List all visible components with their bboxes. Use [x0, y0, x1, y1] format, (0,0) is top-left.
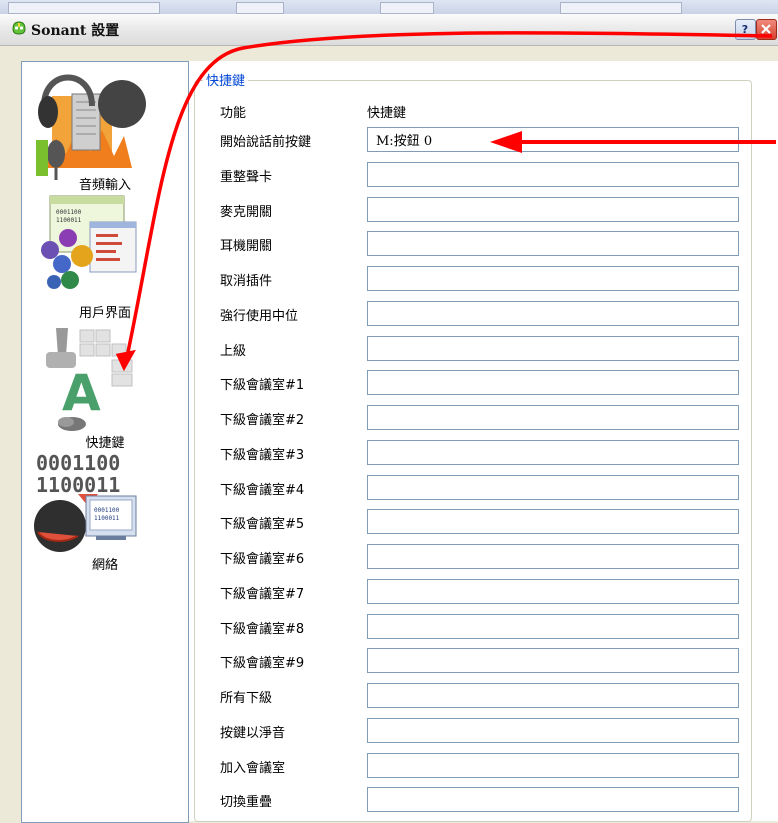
- window-title: Sonant 設置: [31, 23, 120, 39]
- column-header-function: 功能: [220, 106, 247, 121]
- svg-text:0001100: 0001100: [56, 209, 82, 216]
- hotkey-input-subroom-9[interactable]: [367, 648, 739, 673]
- sidebar-label-hotkeys: 快捷鍵: [85, 436, 125, 451]
- hotkey-label-press-to-mute: 按鍵以淨音: [220, 726, 286, 741]
- hotkey-input-all-subrooms[interactable]: [367, 683, 739, 708]
- hotkey-input-subroom-6[interactable]: [367, 544, 739, 569]
- hotkey-input-toggle-overlay[interactable]: [367, 787, 739, 812]
- hotkey-label-push-to-talk: 開始說話前按鍵: [220, 135, 312, 150]
- hotkey-input-subroom-2[interactable]: [367, 405, 739, 430]
- user-interface-icon: 0001100 1100011: [41, 195, 137, 289]
- hotkey-input-join-room[interactable]: [367, 753, 739, 778]
- sidebar-label-user-interface: 用戶界面: [78, 306, 131, 321]
- hotkey-input-subroom-8[interactable]: [367, 614, 739, 639]
- hotkey-input-subroom-5[interactable]: [367, 509, 739, 534]
- hotkey-label-subroom-7: 下級會議室#7: [220, 587, 305, 602]
- hotkey-label-toggle-overlay: 切換重疊: [220, 795, 273, 810]
- hotkeys-icon: A: [46, 328, 133, 431]
- background-tab: [380, 2, 434, 14]
- hotkey-input-subroom-3[interactable]: [367, 440, 739, 465]
- background-tab: [8, 2, 160, 14]
- hotkey-label-subroom-6: 下級會議室#6: [220, 552, 305, 567]
- hotkey-label-mic-toggle: 麥克開關: [220, 205, 273, 220]
- hotkey-label-all-subrooms: 所有下級: [220, 691, 273, 706]
- hotkey-input-subroom-7[interactable]: [367, 579, 739, 604]
- column-header-hotkey: 快捷鍵: [367, 106, 407, 121]
- hotkey-input-parent[interactable]: [367, 336, 739, 361]
- hotkey-label-subroom-2: 下級會議室#2: [220, 413, 305, 428]
- hotkey-label-subroom-8: 下級會議室#8: [220, 622, 305, 637]
- settings-sidebar: 音頻輸入 0001100 1100011 用戶界面 A 快捷鍵 0001100 …: [21, 61, 189, 823]
- hotkey-input-press-to-mute[interactable]: [367, 718, 739, 743]
- hotkey-input-push-to-talk[interactable]: [367, 127, 739, 152]
- hotkey-label-subroom-9: 下級會議室#9: [220, 656, 305, 671]
- help-button[interactable]: ?: [735, 19, 756, 40]
- sidebar-label-audio-input: 音頻輸入: [78, 178, 131, 193]
- hotkey-label-parent: 上級: [220, 344, 247, 359]
- hotkey-label-reset-soundcard: 重整聲卡: [220, 170, 273, 185]
- svg-text:A: A: [62, 364, 101, 422]
- hotkey-label-subroom-5: 下級會議室#5: [220, 517, 305, 532]
- close-icon: [761, 24, 771, 34]
- sidebar-item-audio-input[interactable]: [22, 62, 188, 192]
- sidebar-label-network: 網絡: [91, 558, 118, 573]
- group-title: 快捷鍵: [203, 70, 249, 89]
- svg-text:1100011: 1100011: [94, 515, 120, 522]
- help-icon: ?: [742, 23, 748, 35]
- sonant-logo-icon: [12, 21, 26, 35]
- svg-text:0001100: 0001100: [36, 451, 120, 475]
- hotkey-input-reset-soundcard[interactable]: [367, 162, 739, 187]
- hotkey-label-cancel-plugin: 取消插件: [220, 274, 273, 289]
- svg-text:0001100: 0001100: [94, 507, 120, 514]
- hotkey-input-cancel-plugin[interactable]: [367, 266, 739, 291]
- hotkey-label-join-room: 加入會議室: [220, 761, 286, 776]
- background-tab: [236, 2, 284, 14]
- hotkey-label-subroom-3: 下級會議室#3: [220, 448, 305, 463]
- hotkey-label-subroom-1: 下級會議室#1: [220, 378, 305, 393]
- network-icon: 0001100 1100011 0001100 1100011: [34, 451, 137, 552]
- svg-text:?: ?: [742, 23, 748, 35]
- background-tab: [560, 2, 682, 14]
- hotkey-label-force-center: 強行使用中位: [220, 309, 299, 324]
- close-button[interactable]: [756, 19, 777, 40]
- svg-text:1100011: 1100011: [56, 217, 82, 224]
- background-window-strip: [0, 0, 778, 15]
- hotkey-input-force-center[interactable]: [367, 301, 739, 326]
- hotkey-label-headphone-toggle: 耳機開關: [220, 239, 273, 254]
- hotkey-input-mic-toggle[interactable]: [367, 197, 739, 222]
- sidebar-item-hotkeys[interactable]: A: [22, 320, 188, 450]
- hotkey-input-subroom-1[interactable]: [367, 370, 739, 395]
- audio-input-icon: [36, 74, 146, 180]
- sidebar-item-user-interface[interactable]: 0001100 1100011: [22, 192, 188, 318]
- hotkey-input-subroom-4[interactable]: [367, 475, 739, 500]
- hotkey-label-subroom-4: 下級會議室#4: [220, 483, 305, 498]
- svg-text:1100011: 1100011: [36, 473, 120, 497]
- hotkey-input-headphone-toggle[interactable]: [367, 231, 739, 256]
